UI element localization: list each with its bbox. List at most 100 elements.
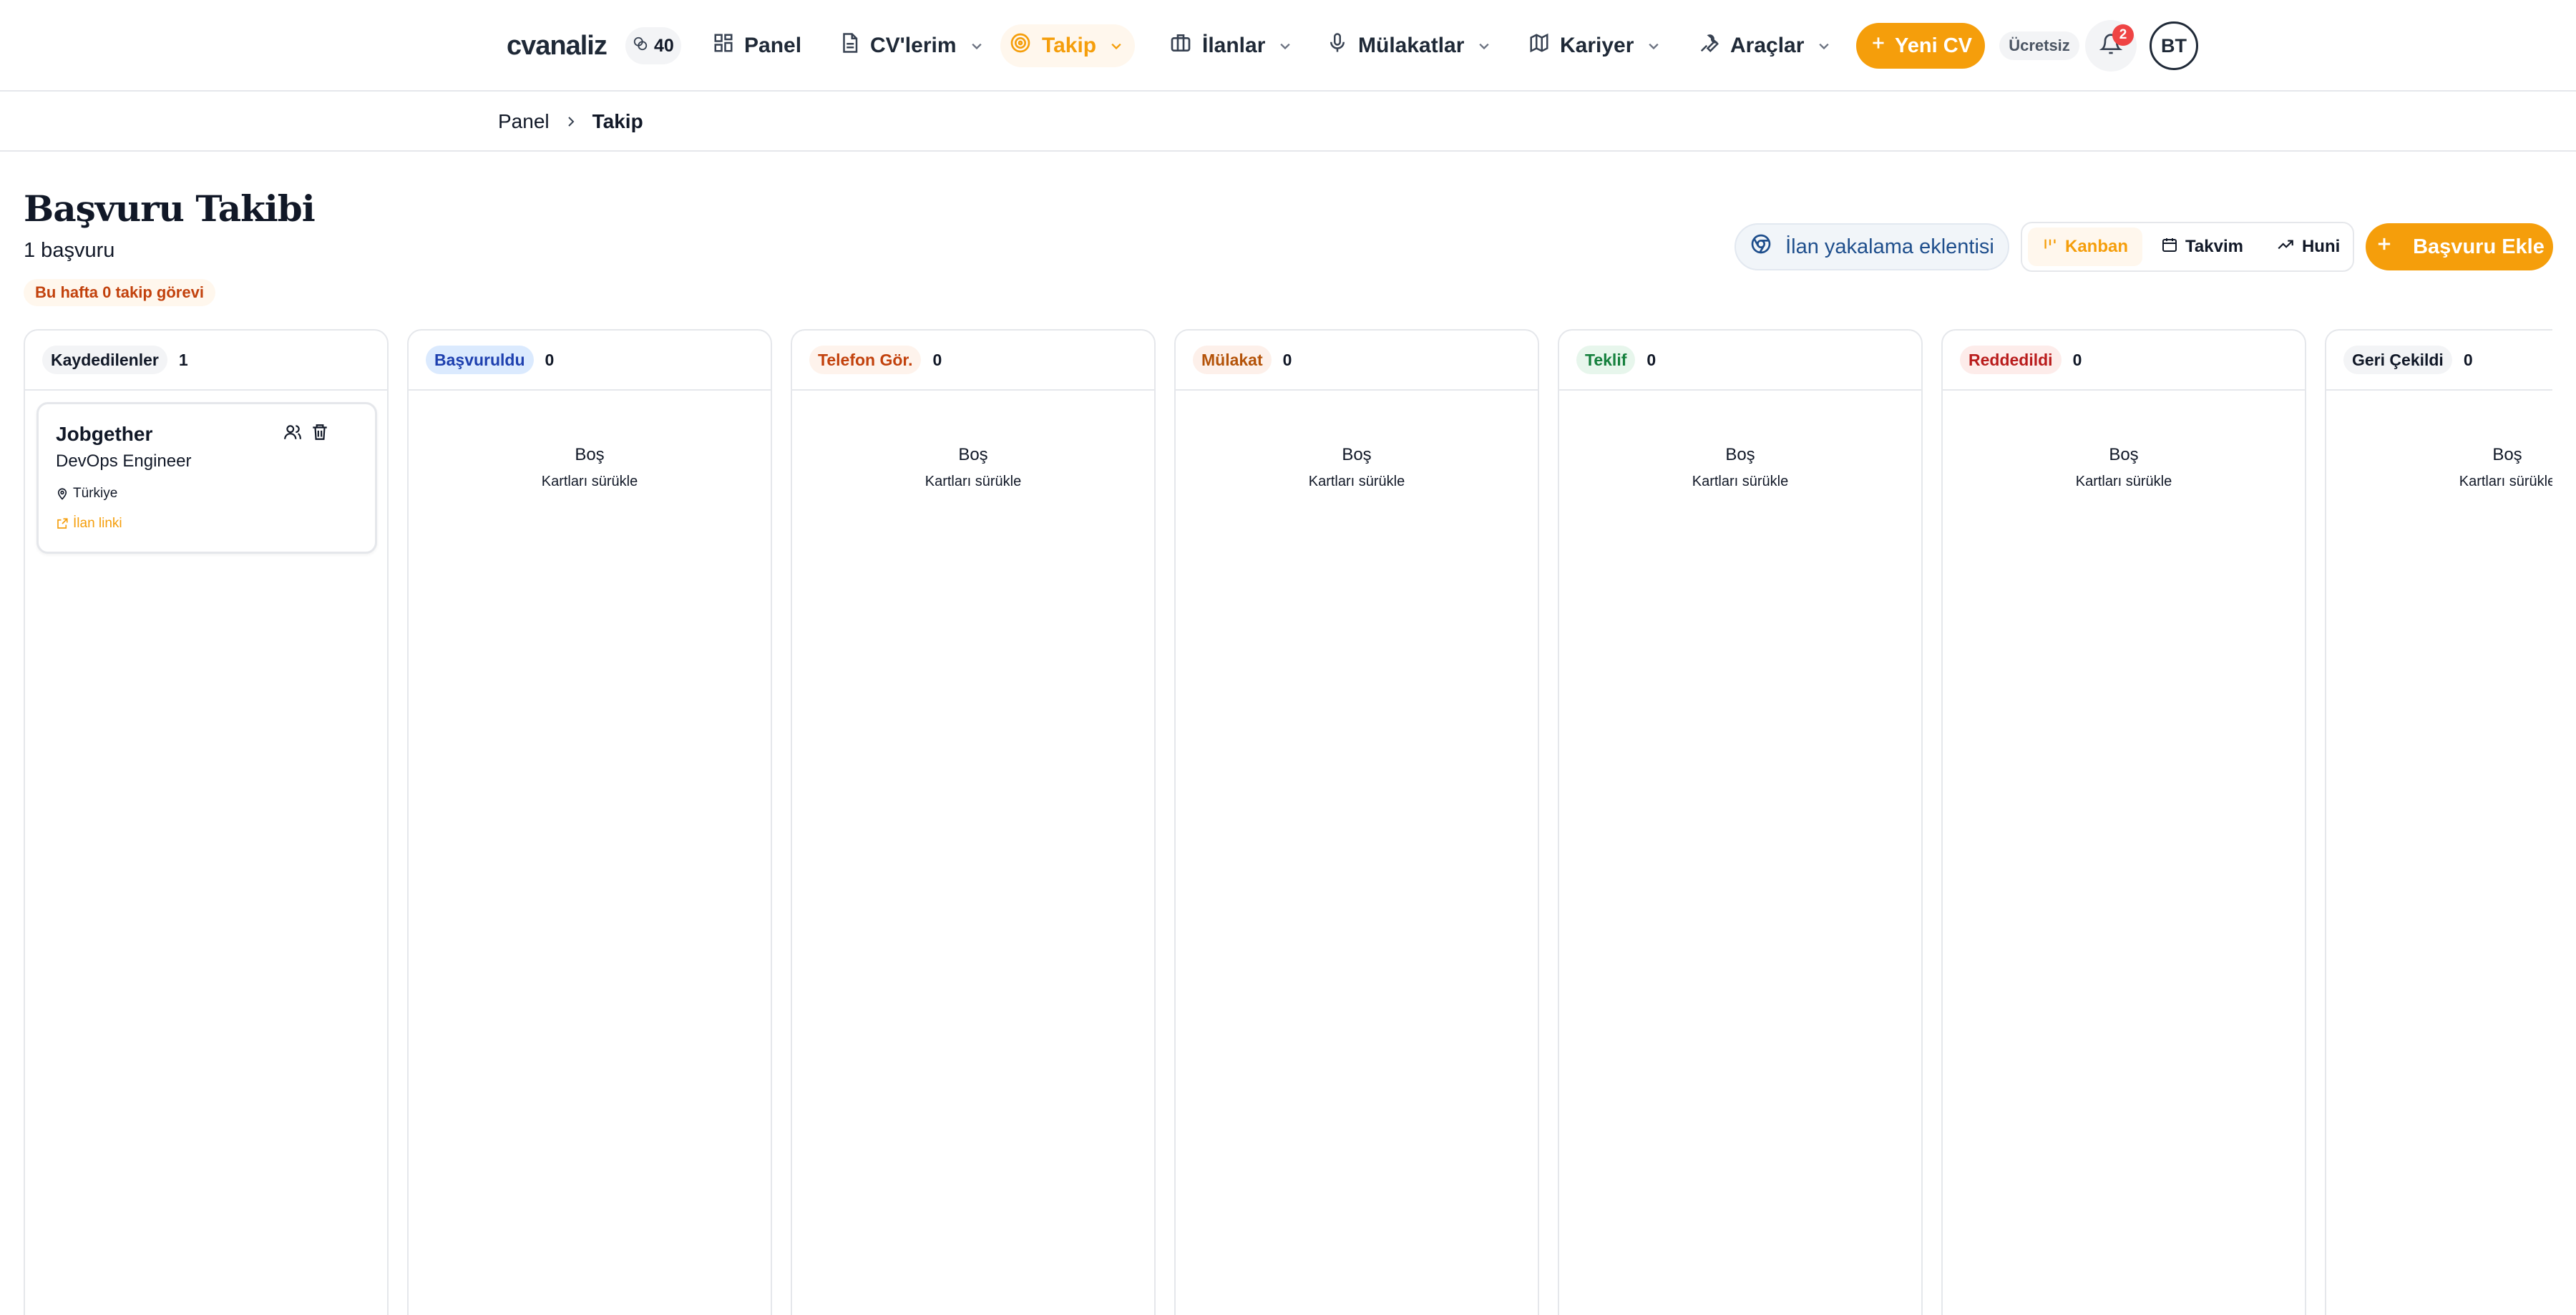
column-count: 0	[545, 350, 555, 369]
column-count: 0	[2463, 350, 2473, 369]
column-count: 0	[1646, 350, 1657, 369]
chevron-down-icon	[1479, 43, 1490, 50]
empty-hint: Kartları sürükle	[541, 474, 638, 489]
breadcrumb-item-panel[interactable]: Panel	[498, 110, 550, 133]
column-geri-cekildi[interactable]: Geri Çekildi 0 Boş Kartları sürükle	[2325, 329, 2552, 1315]
column-title: Başvuruldu	[426, 346, 534, 374]
trash-icon[interactable]	[311, 423, 329, 445]
view-label: Kanban	[2065, 237, 2129, 256]
view-kanban[interactable]: Kanban	[2028, 228, 2143, 266]
breadcrumb-item-current: Takip	[592, 110, 643, 132]
application-count: 1 başvuru	[24, 239, 115, 262]
coins-icon	[633, 36, 648, 57]
view-label: Takvim	[2185, 237, 2243, 256]
notifications-button[interactable]: 2	[2085, 20, 2137, 72]
plan-badge: Ücretsiz	[1999, 31, 2079, 60]
view-takvim[interactable]: Takvim	[2147, 228, 2258, 266]
nav-label: Kariyer	[1560, 34, 1634, 57]
chrome-icon	[1750, 233, 1772, 261]
empty-state: Boş Kartları sürükle	[409, 445, 771, 490]
chevron-right-icon	[567, 117, 575, 127]
add-application-label: Başvuru Ekle	[2413, 235, 2545, 258]
column-mulakat[interactable]: Mülakat 0 Boş Kartları sürükle	[1174, 329, 1539, 1315]
column-teklif[interactable]: Teklif 0 Boş Kartları sürükle	[1558, 329, 1923, 1315]
empty-title: Boş	[2492, 445, 2522, 464]
card-job-link[interactable]: İlan linki	[56, 516, 122, 532]
empty-state: Boş Kartları sürükle	[1176, 445, 1538, 490]
nav-label: İlanlar	[1202, 34, 1266, 57]
empty-state: Boş Kartları sürükle	[2326, 445, 2552, 490]
followup-task-badge: Bu hafta 0 takip görevi	[24, 279, 215, 306]
column-title: Geri Çekildi	[2343, 346, 2452, 374]
empty-title: Boş	[575, 445, 605, 464]
trend-icon	[2276, 235, 2295, 259]
column-kaydedilenler[interactable]: Kaydedilenler 1 Jobgether DevOps Enginee…	[24, 329, 389, 1315]
target-icon	[1009, 31, 1032, 60]
nav-item-mulakatlar[interactable]: Mülakatlar	[1318, 24, 1503, 67]
column-telefon-gor[interactable]: Telefon Gör. 0 Boş Kartları sürükle	[791, 329, 1156, 1315]
empty-hint: Kartları sürükle	[1308, 474, 1405, 489]
chevron-down-icon	[971, 43, 982, 50]
column-count: 0	[1282, 350, 1292, 369]
logo[interactable]: cvanaliz	[507, 27, 608, 64]
nav-item-kariyer[interactable]: Kariyer	[1520, 24, 1672, 67]
empty-hint: Kartları sürükle	[2075, 474, 2172, 489]
nav-item-panel[interactable]: Panel	[704, 24, 810, 67]
column-title: Mülakat	[1193, 346, 1272, 374]
page-title: Başvuru Takibi	[24, 187, 316, 230]
add-application-button[interactable]: Başvuru Ekle	[2366, 223, 2553, 270]
external-link-icon	[57, 518, 68, 529]
empty-state: Boş Kartları sürükle	[1943, 445, 2305, 490]
map-pin-icon	[57, 488, 67, 500]
column-title: Kaydedilenler	[42, 346, 167, 374]
empty-state: Boş Kartları sürükle	[1559, 445, 1921, 490]
chevron-down-icon	[1819, 43, 1830, 50]
card-job-link-text: İlan linki	[73, 516, 122, 531]
nav-item-ilanlar[interactable]: İlanlar	[1161, 24, 1304, 67]
view-label: Huni	[2301, 237, 2341, 256]
view-huni[interactable]: Huni	[2262, 228, 2354, 266]
breadcrumb-bar: Panel Takip	[0, 93, 2576, 152]
card-location-text: Türkiye	[73, 486, 118, 501]
nav-item-araclar[interactable]: Araçlar	[1690, 24, 1843, 67]
document-icon	[839, 32, 860, 59]
new-cv-button[interactable]: Yeni CV	[1856, 23, 1985, 69]
notification-count-badge: 2	[2112, 24, 2134, 46]
column-basvuruldu[interactable]: Başvuruldu 0 Boş Kartları sürükle	[407, 329, 772, 1315]
nav-label: Araçlar	[1730, 34, 1805, 57]
credits-value: 40	[654, 35, 674, 56]
extension-label: İlan yakalama eklentisi	[1785, 235, 1994, 258]
nav-label: Mülakatlar	[1358, 34, 1465, 57]
column-reddedildi[interactable]: Reddedildi 0 Boş Kartları sürükle	[1941, 329, 2306, 1315]
card-location: Türkiye	[56, 486, 117, 502]
nav-item-takip[interactable]: Takip	[1000, 24, 1136, 67]
card-company: Jobgether	[56, 423, 153, 445]
card-role: DevOps Engineer	[56, 451, 192, 471]
extension-button[interactable]: İlan yakalama eklentisi	[1735, 223, 2009, 270]
plus-icon	[1869, 34, 1888, 58]
empty-title: Boş	[1725, 445, 1755, 464]
breadcrumb: Panel Takip	[498, 107, 643, 136]
card-actions	[283, 423, 329, 445]
column-header: Reddedildi 0	[1943, 331, 2305, 391]
avatar[interactable]: BT	[2150, 21, 2198, 70]
column-header: Geri Çekildi 0	[2326, 331, 2552, 391]
column-count: 1	[178, 350, 188, 369]
empty-hint: Kartları sürükle	[2459, 474, 2552, 489]
column-header: Telefon Gör. 0	[792, 331, 1154, 391]
nav-label: Panel	[744, 34, 802, 57]
chevron-down-icon	[1280, 43, 1291, 50]
kanban-board: Kaydedilenler 1 Jobgether DevOps Enginee…	[24, 329, 2552, 1315]
top-navigation: cvanaliz 40 Panel CV'lerim Takip İlanlar…	[0, 0, 2576, 92]
empty-title: Boş	[1342, 445, 1372, 464]
grid-icon	[713, 32, 734, 59]
nav-label: Takip	[1042, 34, 1097, 57]
column-header: Teklif 0	[1559, 331, 1921, 391]
nav-item-cvlerim[interactable]: CV'lerim	[830, 24, 995, 67]
empty-hint: Kartları sürükle	[924, 474, 1022, 489]
chevron-down-icon	[1649, 43, 1659, 50]
application-card[interactable]: Jobgether DevOps Engineer Türkiye İlan l…	[36, 402, 377, 554]
credits-counter[interactable]: 40	[625, 27, 681, 64]
contacts-icon[interactable]	[283, 423, 302, 445]
column-count: 0	[2072, 350, 2082, 369]
